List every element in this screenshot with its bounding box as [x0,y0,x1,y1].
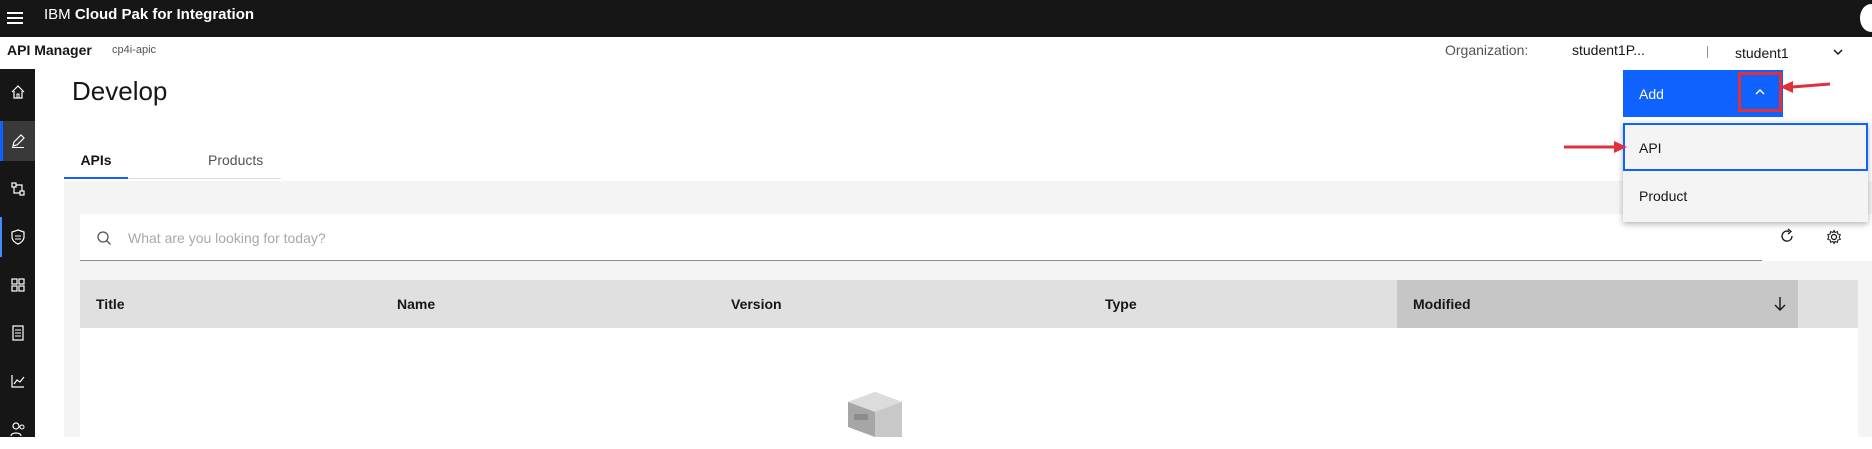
search-input[interactable] [80,214,1762,261]
table-body [80,328,1858,437]
top-bar: IBM Cloud Pak for Integration [0,0,1872,37]
annotation-arrow-right [1564,139,1628,160]
apps-icon[interactable] [0,265,35,305]
user-avatar[interactable] [1860,4,1872,32]
tab-products-label: Products [208,152,264,168]
catalog-icon[interactable] [0,313,35,353]
organization-label: Organization: [1445,42,1529,58]
search-icon [96,230,112,251]
user-name[interactable]: student1 [1735,45,1789,61]
search-placeholder[interactable]: What are you looking for today? [128,230,326,246]
product-brand[interactable]: IBM Cloud Pak for Integration [44,6,254,24]
members-icon[interactable] [0,409,35,449]
tab-apis[interactable]: APIs [64,146,128,179]
menu-item-product-label: Product [1639,188,1688,204]
home-icon[interactable] [0,72,35,112]
app-name: API Manager [7,42,92,58]
column-version[interactable]: Version [731,296,782,312]
instance-name: cp4i-apic [112,44,157,56]
empty-state-cabinet-icon [848,392,902,442]
add-button-label: Add [1639,86,1664,102]
manage-icon[interactable] [0,169,35,209]
brand-name: Cloud Pak for Integration [74,6,255,23]
active-marker [0,121,3,161]
hamburger-icon[interactable] [4,6,26,30]
menu-item-api-label: API [1639,140,1662,156]
add-menu: API Product [1623,122,1868,222]
column-name[interactable]: Name [397,296,435,312]
chevron-down-icon[interactable] [1830,44,1846,60]
column-title[interactable]: Title [96,296,125,312]
left-nav [0,69,35,437]
menu-item-api[interactable]: API [1623,123,1868,171]
gear-icon[interactable] [1826,229,1842,250]
organization-value[interactable]: student1P... [1572,42,1645,58]
security-icon[interactable] [0,217,35,257]
refresh-icon[interactable] [1779,228,1795,249]
tab-apis-label: APIs [80,152,112,168]
page-title: Develop [72,76,168,106]
arrow-down-icon[interactable] [1772,296,1788,317]
analytics-icon[interactable] [0,361,35,401]
add-dropdown-toggle[interactable] [1738,72,1782,112]
header-divider [1707,46,1708,58]
brand-prefix: IBM [44,6,71,23]
chevron-up-icon [1755,88,1765,95]
develop-icon[interactable] [0,121,35,161]
column-type[interactable]: Type [1105,296,1137,312]
menu-item-product[interactable]: Product [1623,172,1868,220]
column-modified[interactable]: Modified [1413,296,1471,312]
tab-products[interactable]: Products [128,146,281,179]
hover-marker [0,217,2,257]
annotation-arrow-left [1780,79,1832,98]
